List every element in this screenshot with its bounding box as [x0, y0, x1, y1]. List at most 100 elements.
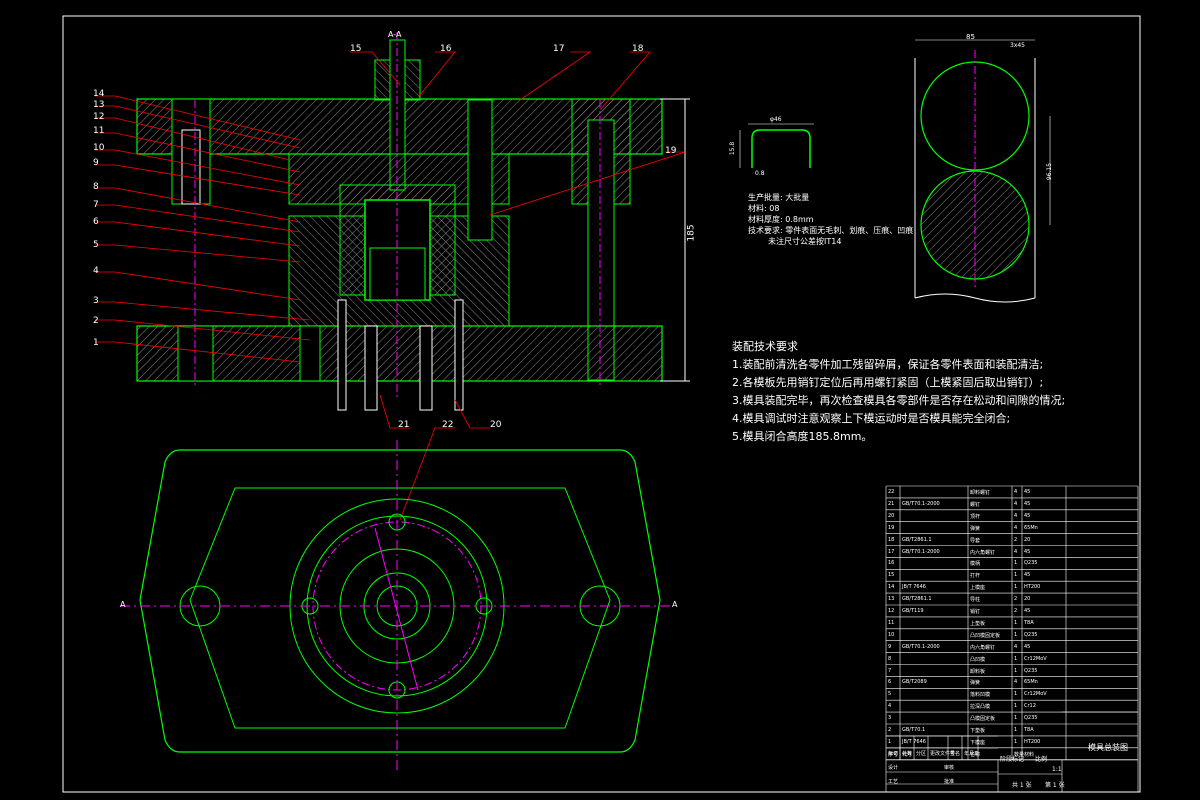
parts-cell-qty: 4	[1014, 548, 1018, 555]
parts-cell-mat: 45	[1024, 643, 1031, 650]
stage-label: 阶段标记	[1000, 756, 1025, 763]
parts-cell-code: GB/T70.1-2000	[902, 548, 940, 555]
parts-cell-no: 5	[888, 691, 892, 698]
parts-cell-qty: 1	[1014, 691, 1018, 698]
dim-blank-small: 3x45	[1010, 42, 1026, 49]
assembly-note: 5.模具闭合高度185.8mm。	[732, 430, 873, 443]
parts-cell-code: GB/T119	[902, 608, 924, 614]
parts-cell-no: 16	[888, 560, 895, 567]
parts-cell-name: 凸模固定板	[970, 716, 996, 723]
parts-cell-code: JB/T 7646	[902, 584, 926, 591]
parts-cell-mat: 45	[1024, 500, 1031, 507]
parts-cell-name: 顶杆	[970, 513, 981, 520]
parts-cell-name: 落料凹模	[970, 692, 991, 699]
parts-cell-no: 4	[888, 703, 892, 710]
parts-cell-no: 1	[888, 738, 892, 745]
title-role-label: 批准	[944, 779, 955, 785]
parts-cell-qty: 1	[1014, 572, 1018, 579]
parts-cell-no: 2	[888, 727, 892, 733]
callout-11: 11	[93, 126, 105, 136]
parts-cell-mat: 45	[1024, 512, 1031, 519]
parts-cell-no: 7	[888, 667, 892, 674]
parts-cell-mat: T8A	[1024, 727, 1034, 733]
parts-cell-no: 10	[888, 631, 895, 638]
dim-part-width: φ46	[770, 116, 782, 123]
part-note: 材料厚度: 0.8mm	[748, 215, 814, 224]
strip-layout	[914, 39, 1051, 303]
parts-cell-code: GB/T70.1-2000	[902, 643, 940, 650]
parts-cell-no: 12	[888, 608, 895, 614]
parts-cell-code: GB/T70.1-2000	[902, 500, 940, 507]
parts-cell-qty: 2	[1014, 596, 1018, 603]
parts-cell-mat: Cr12MoV	[1024, 655, 1047, 662]
parts-cell-code: JB/T 7646	[902, 738, 926, 745]
parts-cell-qty: 1	[1014, 667, 1018, 674]
title-row-label: 年月日	[964, 751, 980, 757]
parts-cell-qty: 4	[1014, 524, 1018, 531]
callout-20: 20	[490, 420, 502, 430]
parts-cell-name: 卸料螺钉	[970, 490, 991, 496]
parts-cell-code: GB/T2089	[902, 679, 927, 686]
drawing-title: 模具总装图	[1088, 743, 1128, 752]
parts-cell-code: GB/T2861.1	[902, 596, 932, 603]
parts-cell-mat: T8A	[1024, 619, 1034, 626]
parts-cell-name: 螺钉	[970, 501, 981, 508]
assembly-note: 3.模具装配完毕，再次检查模具各零部件是否存在松动和间隙的情况;	[732, 394, 1066, 407]
plan-view	[120, 440, 670, 770]
parts-cell-no: 15	[888, 572, 895, 579]
callout-2: 2	[93, 316, 99, 326]
parts-cell-name: 内六角螺钉	[970, 549, 996, 556]
assembly-note: 2.各模板先用销钉定位后再用螺钉紧固（上模紧固后取出销钉）;	[732, 376, 1044, 389]
parts-cell-no: 11	[888, 619, 895, 626]
sheet-number: 第 1 张	[1045, 782, 1065, 789]
parts-cell-mat: 45	[1024, 572, 1031, 579]
parts-cell-qty: 1	[1014, 560, 1018, 567]
parts-cell-name: 打杆	[970, 573, 981, 580]
parts-cell-mat: 65Mn	[1024, 679, 1038, 686]
part-note: 未注尺寸公差按IT14	[768, 237, 842, 246]
parts-cell-mat: 65Mn	[1024, 524, 1038, 531]
callout-5: 5	[93, 240, 99, 250]
parts-cell-name: 凸凹模	[970, 656, 986, 663]
parts-cell-qty: 1	[1014, 584, 1018, 591]
callout-14: 14	[93, 89, 105, 99]
parts-cell-mat: Q235	[1024, 631, 1038, 638]
parts-cell-qty: 4	[1014, 500, 1018, 507]
parts-cell-name: 销钉	[970, 609, 981, 615]
callout-7: 7	[93, 200, 99, 210]
parts-cell-mat: Q235	[1024, 715, 1038, 722]
callout-3: 3	[93, 296, 99, 306]
parts-cell-no: 3	[888, 715, 892, 722]
parts-cell-no: 14	[888, 584, 895, 591]
parts-cell-qty: 2	[1014, 608, 1018, 614]
parts-cell-qty: 4	[1014, 489, 1018, 495]
callout-18: 18	[632, 44, 644, 54]
parts-cell-no: 19	[888, 524, 895, 531]
assembly-note: 1.装配前清洗各零件加工残留碎屑，保证各零件表面和装配清洁;	[732, 358, 1044, 371]
parts-cell-name: 上垫板	[970, 620, 986, 627]
callout-6: 6	[93, 217, 99, 227]
parts-cell-qty: 4	[1014, 643, 1018, 650]
callout-17: 17	[553, 44, 565, 54]
assembly-note: 4.模具调试时注意观察上下模运动时是否模具能完全闭合;	[732, 412, 1011, 425]
parts-cell-no: 13	[888, 596, 895, 603]
part-note: 材料: 08	[748, 204, 780, 213]
parts-cell-name: 内六角螺钉	[970, 644, 996, 651]
parts-cell-no: 17	[888, 548, 895, 555]
parts-cell-qty: 1	[1014, 655, 1018, 662]
parts-cell-no: 9	[888, 643, 892, 650]
parts-cell-no: 20	[888, 512, 895, 519]
parts-cell-name: 导套	[970, 537, 981, 544]
parts-cell-no: 18	[888, 536, 895, 543]
parts-cell-qty: 1	[1014, 715, 1018, 722]
scale-label: 比例	[1035, 756, 1048, 763]
dim-blank-width: 85	[966, 33, 975, 41]
sheet-total: 共 1 张	[1012, 782, 1032, 789]
part-note: 技术要求: 零件表面无毛刺、划痕、压痕、凹痕	[748, 226, 914, 235]
parts-cell-mat: Cr12MoV	[1024, 691, 1047, 698]
parts-cell-qty: 2	[1014, 536, 1018, 543]
parts-cell-code: GB/T70.1	[902, 727, 926, 733]
parts-cell-name: 凸凹模固定板	[970, 632, 1001, 639]
parts-cell-code: GB/T2861.1	[902, 536, 932, 543]
callout-19: 19	[665, 146, 677, 156]
